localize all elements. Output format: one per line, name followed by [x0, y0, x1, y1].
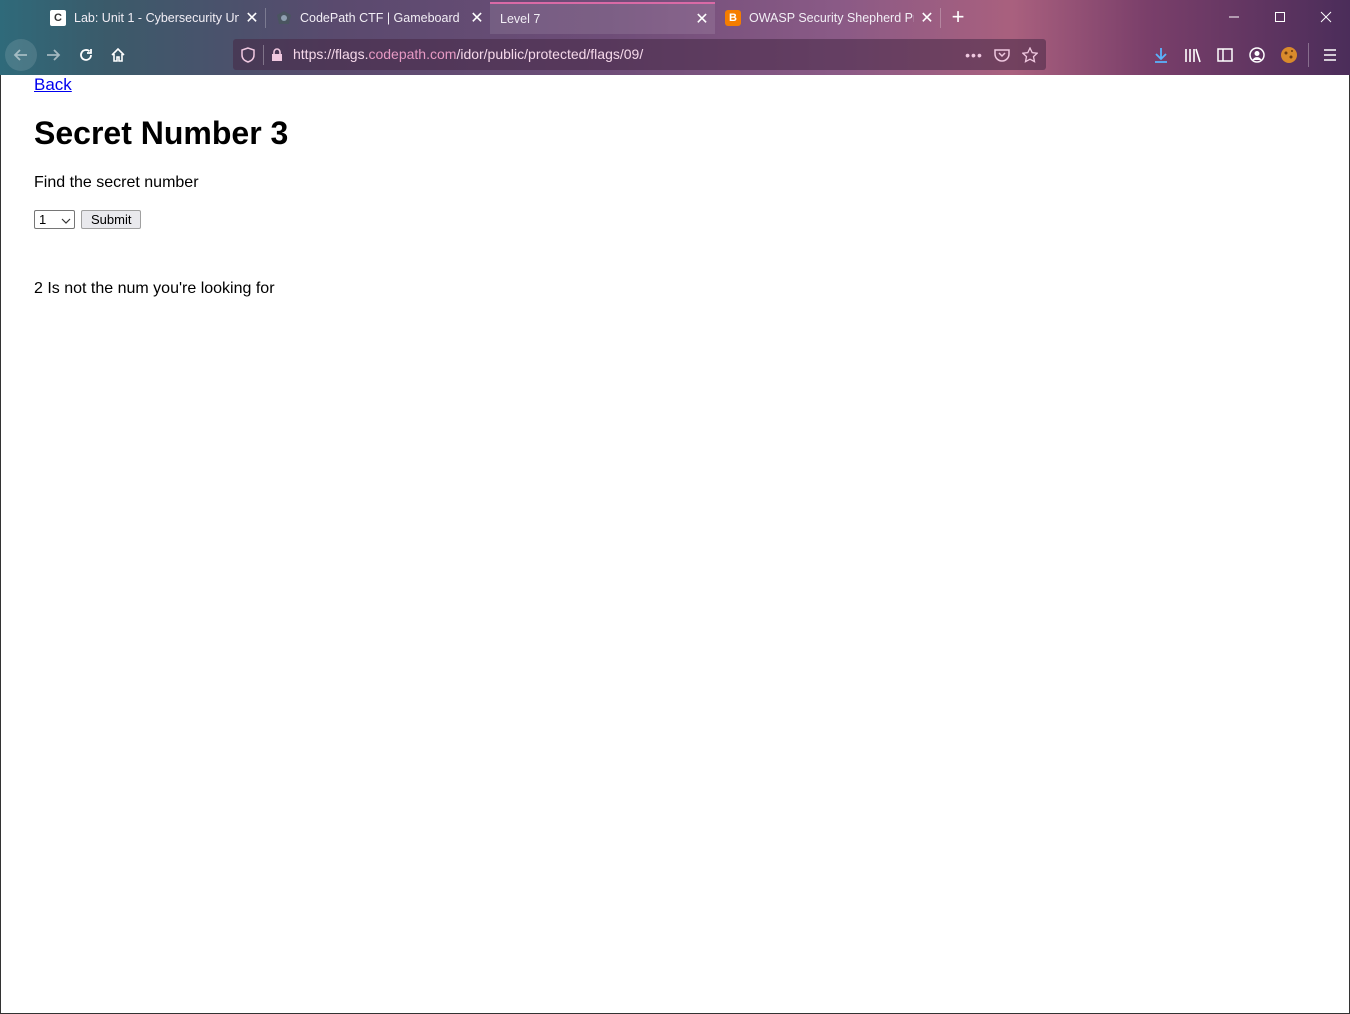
- pocket-icon[interactable]: [992, 45, 1012, 65]
- tab-title: Level 7: [500, 12, 541, 26]
- url-path: /idor/public/protected/flags/09/: [456, 46, 644, 62]
- tab-codepath-ctf[interactable]: CodePath CTF | Gameboard ✕: [266, 2, 490, 34]
- codepath-c-icon: C: [50, 10, 66, 26]
- new-tab-icon[interactable]: +: [946, 4, 970, 30]
- home-icon[interactable]: [102, 39, 134, 71]
- tab-title: Lab: Unit 1 - Cybersecurity Uni: [74, 11, 239, 25]
- page-actions-icon[interactable]: •••: [964, 45, 984, 65]
- close-tab-icon[interactable]: ✕: [914, 8, 940, 28]
- result-message: 2 Is not the num you're looking for: [34, 280, 275, 297]
- tab-lab-unit-1[interactable]: C Lab: Unit 1 - Cybersecurity Uni ✕: [40, 2, 265, 34]
- maximize-icon[interactable]: [1257, 0, 1303, 34]
- back-link[interactable]: Back: [34, 75, 72, 95]
- close-tab-icon[interactable]: ✕: [239, 8, 265, 28]
- instruction-text: Find the secret number: [34, 174, 199, 191]
- submit-button[interactable]: Submit: [81, 210, 142, 229]
- extension-cookie-icon[interactable]: [1277, 43, 1301, 67]
- close-window-icon[interactable]: [1303, 0, 1349, 34]
- account-icon[interactable]: [1245, 43, 1269, 67]
- page-title: Secret Number 3: [34, 115, 289, 151]
- url-bar[interactable]: https://flags.codepath.com/idor/public/p…: [233, 39, 1046, 70]
- number-form: 1 Submit: [34, 210, 142, 229]
- back-arrow-icon[interactable]: [5, 39, 37, 71]
- page-content: Back Secret Number 3 Find the secret num…: [0, 75, 1350, 1014]
- hamburger-menu-icon[interactable]: [1318, 43, 1342, 67]
- tab-owasp[interactable]: B OWASP Security Shepherd Proj ✕: [715, 2, 940, 34]
- bookmark-star-icon[interactable]: [1020, 45, 1040, 65]
- url-text[interactable]: https://flags.codepath.com/idor/public/p…: [293, 46, 643, 62]
- forward-arrow-icon[interactable]: [37, 39, 69, 71]
- url-domain: codepath.com: [368, 46, 457, 62]
- reload-icon[interactable]: [70, 39, 102, 71]
- lock-icon[interactable]: [267, 45, 287, 65]
- library-icon[interactable]: [1181, 43, 1205, 67]
- minimize-icon[interactable]: [1211, 0, 1257, 34]
- number-select[interactable]: 1: [34, 210, 75, 229]
- tracking-shield-icon[interactable]: [238, 45, 258, 65]
- close-tab-icon[interactable]: ✕: [464, 8, 490, 28]
- blogger-icon: B: [725, 10, 741, 26]
- url-divider: [263, 45, 264, 65]
- toolbar-divider: [1308, 43, 1309, 67]
- tab-separator: [940, 8, 941, 28]
- chevron-down-icon: [61, 213, 71, 230]
- downloads-icon[interactable]: [1149, 43, 1173, 67]
- navigation-bar: https://flags.codepath.com/idor/public/p…: [0, 35, 1350, 75]
- tab-title: OWASP Security Shepherd Proj: [749, 11, 914, 25]
- select-value: 1: [39, 212, 47, 227]
- sidebar-icon[interactable]: [1213, 43, 1237, 67]
- url-prefix: https://flags.: [293, 46, 369, 62]
- browser-chrome: C Lab: Unit 1 - Cybersecurity Uni ✕ Code…: [0, 0, 1350, 75]
- ctf-icon: [276, 10, 292, 26]
- tab-title: CodePath CTF | Gameboard: [300, 11, 460, 25]
- close-tab-icon[interactable]: ✕: [689, 9, 715, 29]
- tab-level-7[interactable]: Level 7 ✕: [490, 2, 715, 34]
- tab-bar: C Lab: Unit 1 - Cybersecurity Uni ✕ Code…: [0, 0, 1350, 35]
